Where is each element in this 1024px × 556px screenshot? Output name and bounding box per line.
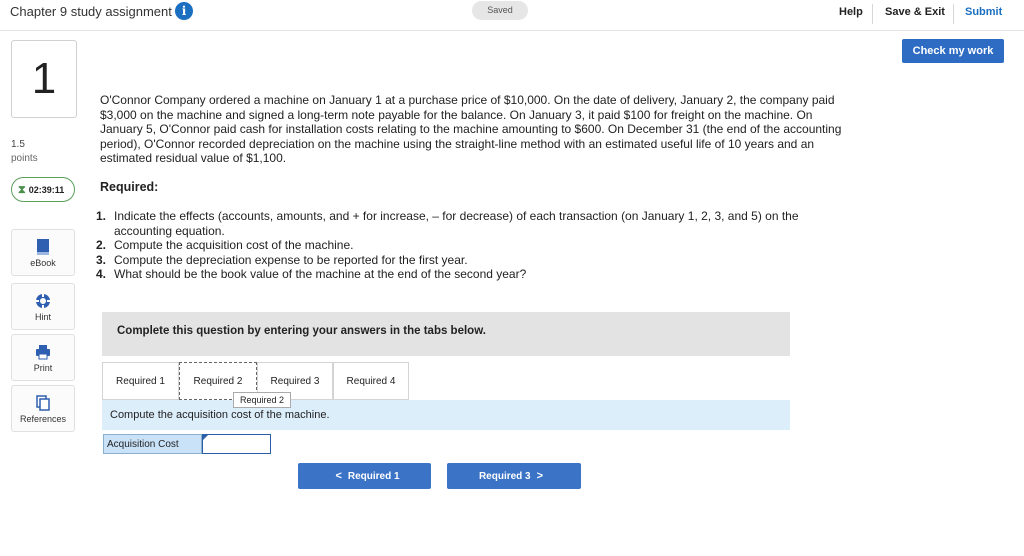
item-number: 4.	[96, 267, 107, 282]
tab-required-4[interactable]: Required 4	[333, 362, 409, 400]
previous-required-button[interactable]: < Required 1	[298, 463, 431, 489]
acquisition-cost-input[interactable]	[202, 434, 271, 454]
question-text: O'Connor Company ordered a machine on Ja…	[100, 93, 842, 166]
requirements-list: 1. Indicate the effects (accounts, amount…	[96, 209, 856, 282]
chevron-left-icon: <	[335, 470, 342, 482]
item-text: Indicate the effects (accounts, amounts,…	[114, 209, 799, 238]
save-exit-link[interactable]: Save & Exit	[885, 6, 945, 18]
item-text: Compute the acquisition cost of the mach…	[114, 238, 354, 253]
previous-label: Required 1	[347, 471, 400, 482]
submit-link[interactable]: Submit	[965, 6, 1002, 18]
ebook-button[interactable]: eBook	[11, 229, 75, 276]
tab-instruction: Compute the acquisition cost of the mach…	[102, 400, 790, 430]
hourglass-icon: ⧗	[18, 184, 26, 196]
references-label: References	[19, 414, 67, 424]
list-item: 1. Indicate the effects (accounts, amount…	[96, 209, 856, 238]
references-button[interactable]: References	[11, 385, 75, 432]
timer-value: 02:39:11	[28, 185, 65, 195]
lifebuoy-icon	[36, 294, 50, 308]
tab-tooltip: Required 2	[233, 392, 291, 408]
required-heading: Required:	[100, 180, 159, 194]
ebook-label: eBook	[30, 258, 56, 268]
divider	[953, 4, 954, 24]
hint-label: Hint	[34, 312, 51, 322]
info-icon[interactable]: i	[175, 2, 193, 20]
list-item: 3. Compute the depreciation expense to be…	[96, 253, 856, 268]
tab-required-1[interactable]: Required 1	[102, 362, 179, 400]
item-number: 2.	[96, 238, 107, 253]
chevron-right-icon: >	[536, 470, 544, 482]
print-label: Print	[33, 363, 53, 373]
instructions-banner: Complete this question by entering your …	[102, 312, 790, 356]
divider	[872, 4, 873, 24]
next-label: Required 3	[478, 471, 531, 482]
acquisition-cost-label: Acquisition Cost	[103, 434, 202, 454]
points-label: points	[11, 153, 38, 164]
points-value: 1.5	[11, 139, 25, 150]
documents-icon	[36, 395, 50, 411]
saved-status-badge: Saved	[472, 1, 528, 20]
assignment-title: Chapter 9 study assignment	[10, 4, 172, 19]
item-number: 1.	[96, 209, 107, 223]
question-number: 1	[11, 40, 77, 118]
input-corner-marker	[203, 435, 208, 440]
check-my-work-button[interactable]: Check my work	[902, 39, 1004, 63]
help-link[interactable]: Help	[839, 6, 863, 18]
item-text: What should be the book value of the mac…	[114, 267, 527, 282]
timer-badge[interactable]: ⧗ 02:39:11	[11, 177, 75, 202]
list-item: 4. What should be the book value of the m…	[96, 267, 856, 282]
item-text: Compute the depreciation expense to be r…	[114, 252, 468, 267]
printer-icon	[36, 345, 50, 360]
print-button[interactable]: Print	[11, 334, 75, 381]
list-item: 2. Compute the acquisition cost of the ma…	[96, 238, 856, 253]
next-required-button[interactable]: Required 3 >	[447, 463, 581, 489]
book-icon	[37, 239, 49, 255]
item-number: 3.	[96, 252, 107, 267]
hint-button[interactable]: Hint	[11, 283, 75, 330]
